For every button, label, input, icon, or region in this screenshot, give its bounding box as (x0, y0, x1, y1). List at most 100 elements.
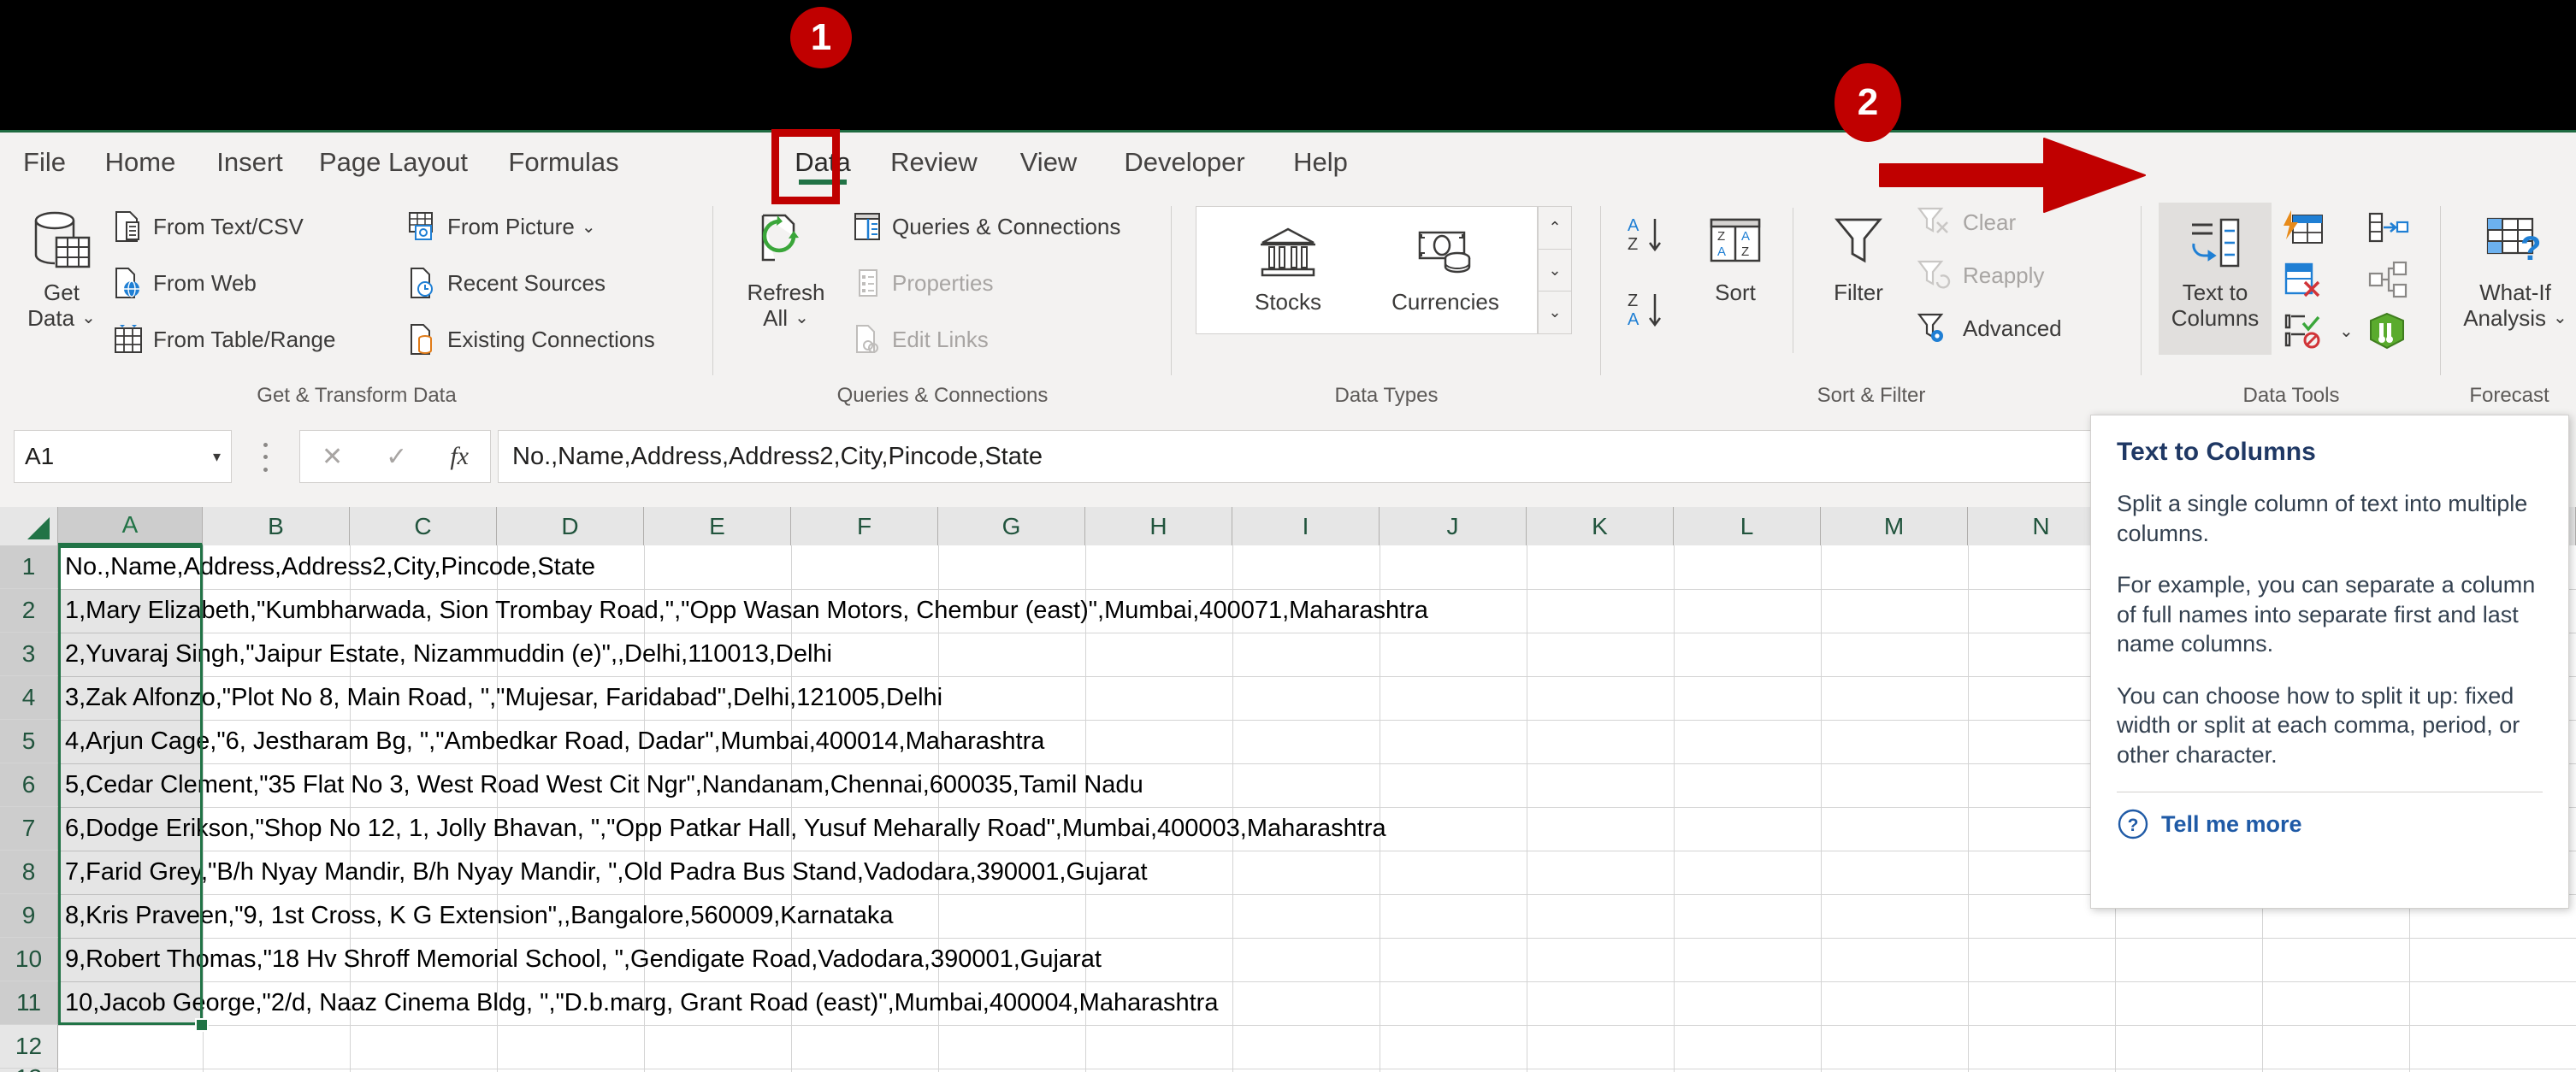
tab-formulas[interactable]: Formulas (494, 141, 633, 184)
column-header-f[interactable]: F (791, 507, 938, 545)
tab-developer[interactable]: Developer (1108, 141, 1261, 184)
cell-a8: 7,Farid Grey,"B/h Nyay Mandir, B/h Nyay … (65, 858, 1148, 886)
cancel-x-icon[interactable]: ✕ (322, 442, 343, 472)
row-header-13[interactable]: 13 (0, 1064, 58, 1072)
table-row[interactable]: 7,Farid Grey,"B/h Nyay Mandir, B/h Nyay … (58, 851, 1148, 894)
table-row[interactable]: 1,Mary Elizabeth,"Kumbharwada, Sion Trom… (58, 589, 1428, 633)
tab-page-layout[interactable]: Page Layout (313, 141, 474, 184)
column-header-d[interactable]: D (497, 507, 644, 545)
existing-connections-button[interactable]: Existing Connections (405, 322, 655, 356)
data-validation-icon (2280, 310, 2325, 351)
row-header-2[interactable]: 2 (0, 589, 58, 633)
enter-check-icon[interactable]: ✓ (386, 442, 407, 472)
name-box[interactable]: A1 ▾ (14, 430, 232, 483)
table-row[interactable]: 3,Zak Alfonzo,"Plot No 8, Main Road, ","… (58, 676, 942, 720)
column-header-g[interactable]: G (938, 507, 1085, 545)
table-row[interactable]: 2,Yuvaraj Singh,"Jaipur Estate, Nizammud… (58, 633, 832, 676)
row-header-4[interactable]: 4 (0, 676, 58, 720)
fill-handle[interactable] (195, 1018, 209, 1032)
row-header-11[interactable]: 11 (0, 981, 58, 1025)
advanced-filter-button[interactable]: Advanced (1916, 310, 2062, 346)
picture-grid-icon (405, 209, 440, 244)
from-table-range-button[interactable]: From Table/Range (111, 322, 335, 356)
from-text-csv-button[interactable]: From Text/CSV (111, 209, 304, 244)
row-header-5[interactable]: 5 (0, 720, 58, 763)
row-header-10[interactable]: 10 (0, 938, 58, 981)
chevron-down-icon[interactable]: ⌄ (2553, 309, 2567, 328)
table-row[interactable]: 9,Robert Thomas,"18 Hv Shroff Memorial S… (58, 938, 1102, 981)
table-row[interactable]: 6,Dodge Erikson,"Shop No 12, 1, Jolly Bh… (58, 807, 1386, 851)
column-header-a[interactable]: A (58, 507, 203, 545)
chevron-down-icon[interactable]: ⌄ (795, 309, 809, 328)
fx-icon[interactable]: fx (450, 442, 469, 471)
sort-a-to-z-button[interactable]: A Z (1623, 211, 1679, 262)
tab-help[interactable]: Help (1281, 141, 1360, 184)
consolidate-button[interactable] (2366, 208, 2418, 249)
tab-file[interactable]: File (15, 141, 74, 184)
stocks-label: Stocks (1254, 289, 1322, 315)
row-header-9[interactable]: 9 (0, 894, 58, 938)
column-header-c[interactable]: C (350, 507, 497, 545)
column-header-j[interactable]: J (1380, 507, 1527, 545)
column-header-m[interactable]: M (1821, 507, 1968, 545)
column-header-l[interactable]: L (1674, 507, 1821, 545)
scroll-up-icon[interactable]: ⌃ (1539, 207, 1571, 250)
tell-me-more-link[interactable]: ? Tell me more (2117, 808, 2543, 840)
data-validation-button[interactable]: ⌄ (2280, 310, 2354, 351)
text-to-columns-button[interactable]: Text to Columns (2159, 203, 2272, 355)
column-header-k[interactable]: K (1527, 507, 1674, 545)
chevron-down-icon[interactable]: ▾ (213, 448, 221, 466)
column-header-e[interactable]: E (644, 507, 791, 545)
refresh-all-button[interactable]: Refresh All ⌄ (729, 206, 843, 331)
currencies-button[interactable]: Currencies (1366, 215, 1525, 315)
ribbon: File Home Insert Page Layout Formulas Da… (0, 133, 2576, 413)
column-header-i[interactable]: I (1232, 507, 1380, 545)
scroll-down-icon[interactable]: ⌄ (1539, 250, 1571, 292)
manage-data-model-button[interactable] (2366, 310, 2418, 351)
table-row[interactable]: 5,Cedar Clement,"35 Flat No 3, West Road… (58, 763, 1143, 807)
table-row[interactable]: 4,Arjun Cage,"6, Jestharam Bg, ","Ambedk… (58, 720, 1044, 763)
from-picture-button[interactable]: From Picture ⌄ (405, 209, 596, 244)
remove-duplicates-button[interactable] (2280, 259, 2332, 300)
data-types-gallery[interactable]: Stocks Currencies (1196, 206, 1538, 334)
tab-view[interactable]: View (1009, 141, 1088, 184)
relationships-button[interactable] (2366, 259, 2418, 300)
table-row[interactable]: No.,Name,Address,Address2,City,Pincode,S… (58, 545, 595, 589)
recent-sources-button[interactable]: Recent Sources (405, 266, 606, 300)
stocks-button[interactable]: Stocks (1215, 215, 1361, 315)
data-types-gallery-scroll[interactable]: ⌃ ⌄ ⌄ (1538, 206, 1572, 334)
formula-bar-grip[interactable] (257, 439, 274, 476)
row-header-12[interactable]: 12 (0, 1025, 58, 1069)
select-all-button[interactable] (0, 507, 58, 545)
tab-formulas-label: Formulas (508, 147, 619, 177)
filter-button[interactable]: Filter (1810, 206, 1907, 305)
table-row[interactable]: 10,Jacob George,"2/d, Naaz Cinema Bldg, … (58, 981, 1218, 1025)
chevron-down-icon[interactable]: ⌄ (2339, 321, 2354, 342)
tab-insert[interactable]: Insert (207, 141, 292, 184)
queries-and-connections-button[interactable]: Queries & Connections (850, 209, 1120, 244)
table-row[interactable]: 8,Kris Praveen,"9, 1st Cross, K G Extens… (58, 894, 893, 938)
row-header-1[interactable]: 1 (0, 545, 58, 589)
tooltip-paragraph-1: Split a single column of text into multi… (2117, 491, 2528, 546)
tab-data[interactable]: Data (785, 141, 860, 185)
column-header-b[interactable]: B (203, 507, 350, 545)
group-label-data-tools: Data Tools (2242, 384, 2340, 407)
flash-fill-button[interactable] (2280, 208, 2332, 249)
from-web-button[interactable]: From Web (111, 266, 257, 300)
chevron-down-icon[interactable]: ⌄ (81, 309, 96, 328)
column-header-h[interactable]: H (1085, 507, 1232, 545)
row-header-3[interactable]: 3 (0, 633, 58, 676)
chevron-down-icon[interactable]: ⌄ (582, 216, 596, 238)
sort-button[interactable]: Z A A Z Sort (1690, 206, 1781, 305)
advanced-filter-icon (1916, 310, 1955, 346)
row-header-8[interactable]: 8 (0, 851, 58, 894)
sort-z-to-a-button[interactable]: Z A (1623, 286, 1679, 338)
tab-home[interactable]: Home (94, 141, 186, 184)
row-header-7[interactable]: 7 (0, 807, 58, 851)
what-if-analysis-button[interactable]: ? What-If Analysis ⌄ (2451, 206, 2576, 331)
row-header-6[interactable]: 6 (0, 763, 58, 807)
svg-text:A: A (1741, 229, 1750, 244)
tab-review[interactable]: Review (881, 141, 987, 184)
get-data-button[interactable]: Get Data ⌄ (10, 206, 113, 331)
gallery-more-icon[interactable]: ⌄ (1539, 292, 1571, 333)
